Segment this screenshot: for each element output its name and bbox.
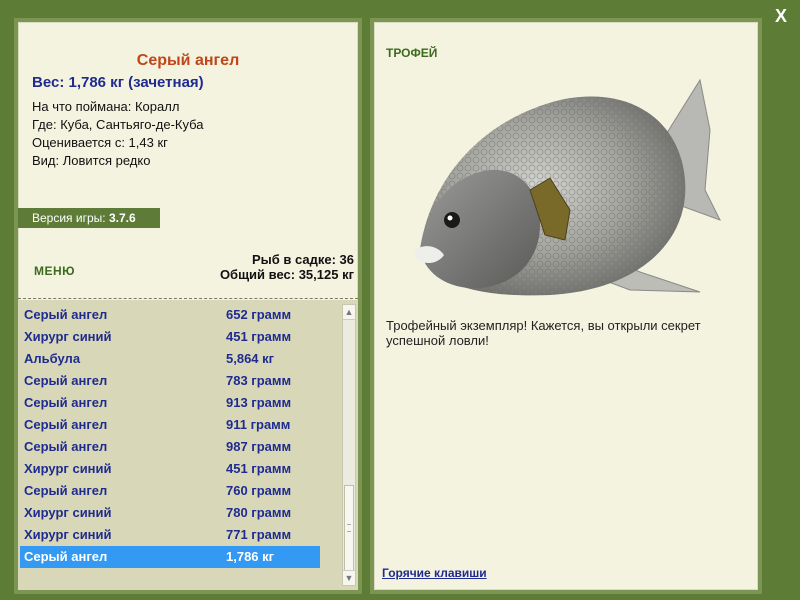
catch-weight: 783 грамм <box>226 373 292 388</box>
catch-row[interactable]: Серый ангел 652 грамм <box>20 304 320 326</box>
close-button[interactable]: X <box>770 6 792 26</box>
catch-name: Серый ангел <box>24 439 108 454</box>
catch-row[interactable]: Серый ангел 911 грамм <box>20 414 320 436</box>
version-bar: Версия игры: 3.7.6 <box>18 208 160 228</box>
catch-name: Серый ангел <box>24 417 108 432</box>
grip-icon <box>347 524 351 532</box>
fish-name: Серый ангел <box>136 52 240 69</box>
caught-on: На что поймана: Коралл <box>32 99 180 114</box>
catch-weight: 451 грамм <box>226 461 292 476</box>
cage-total-weight: Общий вес: 35,125 кг <box>219 267 354 282</box>
catch-row[interactable]: Серый ангел 783 грамм <box>20 370 320 392</box>
fish-info-panel: Серый ангел Вес: 1,786 кг (зачетная) На … <box>14 18 362 594</box>
catch-weight: 451 грамм <box>226 329 292 344</box>
catch-name: Серый ангел <box>24 395 108 410</box>
catch-row[interactable]: Хирург синий 451 грамм <box>20 326 320 348</box>
catch-weight: 911 грамм <box>226 417 291 432</box>
scroll-up-icon[interactable]: ▲ <box>343 305 355 320</box>
fish-kind: Вид: Ловится редко <box>32 153 151 168</box>
catch-list-area: Серый ангел 652 грамм Хирург синий 451 грам… <box>18 300 358 590</box>
catch-weight: 1,786 кг <box>226 549 275 564</box>
catch-name: Серый ангел <box>24 483 108 498</box>
cage-stats: Рыб в садке: 36 Общий вес: 35,125 кг <box>220 252 354 282</box>
valued-from: Оценивается с: 1,43 кг <box>32 135 168 150</box>
scrollbar[interactable]: ▲ ▼ <box>342 304 356 586</box>
catch-name: Альбула <box>24 351 81 366</box>
catch-weight: 652 грамм <box>226 307 292 322</box>
fish-details: На что поймана: Коралл Где: Куба, Сантья… <box>32 98 204 170</box>
catch-row[interactable]: Хирург синий 771 грамм <box>20 524 320 546</box>
scroll-down-icon[interactable]: ▼ <box>343 570 355 585</box>
hotkeys-link[interactable]: Горячие клавиши <box>382 566 487 580</box>
cage-count: Рыб в садке: 36 <box>251 252 354 267</box>
version-number: 3.7.6 <box>108 211 136 225</box>
catch-list: Серый ангел 652 грамм Хирург синий 451 грам… <box>18 304 340 568</box>
catch-weight: 780 грамм <box>226 505 292 520</box>
catch-weight: 987 грамм <box>226 439 292 454</box>
location: Где: Куба, Сантьяго-де-Куба <box>32 117 204 132</box>
trophy-message: Трофейный экземпляр! Кажется, вы открыли… <box>386 318 701 348</box>
catch-weight: 5,864 кг <box>226 351 275 366</box>
fish-weight: Вес: 1,786 кг (зачетная) <box>32 74 204 91</box>
catch-weight: 771 грамм <box>226 527 292 542</box>
catch-name: Хирург синий <box>24 461 112 476</box>
catch-name: Серый ангел <box>24 307 108 322</box>
catch-name: Хирург синий <box>24 505 112 520</box>
menu-button[interactable]: МЕНЮ <box>34 264 75 278</box>
catch-name: Серый ангел <box>24 549 108 564</box>
catch-row[interactable]: Серый ангел 760 грамм <box>20 480 320 502</box>
angelfish-image <box>415 78 722 296</box>
scrollbar-thumb[interactable] <box>344 485 354 571</box>
catch-weight: 760 грамм <box>226 483 292 498</box>
catch-row[interactable]: Хирург синий 451 грамм <box>20 458 320 480</box>
trophy-panel: ТРОФЕЙ Трофейный экземпляр! Кажется, вы … <box>370 18 762 594</box>
catch-row[interactable]: Серый ангел 987 грамм <box>20 436 320 458</box>
catch-name: Хирург синий <box>24 329 112 344</box>
catch-weight: 913 грамм <box>226 395 292 410</box>
catch-row[interactable]: Альбула 5,864 кг <box>20 348 320 370</box>
divider <box>18 298 358 299</box>
catch-row[interactable]: Хирург синий 780 грамм <box>20 502 320 524</box>
version-label: Версия игры: <box>32 211 109 225</box>
trophy-label: ТРОФЕЙ <box>386 46 438 60</box>
catch-name: Хирург синий <box>24 527 112 542</box>
catch-name: Серый ангел <box>24 373 108 388</box>
catch-row[interactable]: Серый ангел 913 грамм <box>20 392 320 414</box>
catch-row[interactable]: Серый ангел 1,786 кг <box>20 546 320 568</box>
